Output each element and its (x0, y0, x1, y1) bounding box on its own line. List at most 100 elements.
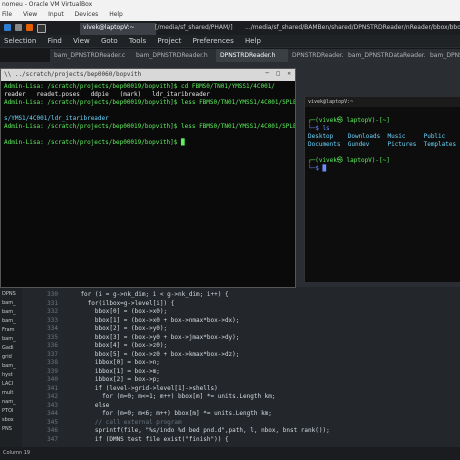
code-line: for (m=0; m<=1; m++) bbox[m] *= units.Le… (66, 393, 276, 400)
line-number: 344 (47, 410, 58, 417)
line-number: 338 (47, 359, 58, 366)
sidebar-file[interactable]: bam_ (0, 336, 22, 345)
task-terminal[interactable]: vivek@laptopV:~ (80, 23, 156, 35)
code-line: bbox[1] = (box->x0 + box->nmax*box->dx); (66, 316, 240, 324)
menu-project[interactable]: Project (157, 37, 181, 45)
terminal-title: \\ ../scratch/projects/bep0060/bopvith ─… (1, 69, 295, 81)
terminal-line: Admin-Lisa: /scratch/projects/bep00019/b… (4, 83, 275, 90)
sidebar-file[interactable]: sbox (0, 417, 22, 426)
code-line: ibbox[0] = box->n; (66, 359, 160, 366)
sidebar-file[interactable]: bam_ (0, 318, 22, 327)
terminal-title: vivek@laptopV:~ (305, 97, 460, 107)
line-number: 342 (47, 393, 58, 400)
sublime-menubar: Selection Find View Goto Tools Project P… (0, 35, 460, 47)
line-number-gutter: 330 331 332 333 334 335 336 337 338 339 … (22, 287, 62, 447)
code-line: bbox[4] = (box->z0); (66, 342, 168, 349)
sidebar-file[interactable]: Gadi (0, 345, 22, 354)
terminal-line: └─$ █ (308, 165, 327, 172)
vm-menu-devices[interactable]: Devices (75, 11, 99, 18)
line-number: 340 (47, 376, 58, 383)
terminal-window-left[interactable]: \\ ../scratch/projects/bep0060/bopvith ─… (0, 68, 296, 288)
menu-find[interactable]: Find (48, 37, 62, 45)
sidebar-file[interactable]: LACI (0, 381, 22, 390)
line-number: 343 (47, 401, 58, 409)
terminal-line: Admin-Lisa: /scratch/projects/bep00019/b… (4, 99, 295, 106)
code-line: ibbox[1] = box->m; (66, 367, 160, 375)
sidebar-file[interactable]: PNS (0, 426, 22, 435)
menu-preferences[interactable]: Preferences (193, 37, 234, 45)
status-bar: Column 19 (0, 447, 460, 460)
sublime-tab-bar: bam_DPNSTRDReader.c bam_DPNSTRDReader.h … (0, 48, 460, 62)
code-line: // call external program (66, 418, 182, 426)
code-line: for (m=0; m<6; m++) bbox[m] *= units.Len… (66, 410, 272, 417)
terminal-line: ┌─(vivek㉿ laptopV)-[~] (308, 117, 390, 124)
terminal-output[interactable]: Admin-Lisa: /scratch/projects/bep00019/b… (1, 81, 295, 287)
tab-dpnstrdreader-h[interactable]: DPNSTRDReader.h (216, 49, 295, 62)
code-editor[interactable]: for (i = g->nk_dim; i < g->nk_dim; i++) … (62, 287, 460, 447)
terminal-line: s/YMS1/4C001/ldr_itaribreader (4, 115, 109, 122)
sidebar-file[interactable]: grid (0, 354, 22, 363)
code-line: if (DMNS test file exist("finish")) { (66, 435, 229, 443)
menu-selection[interactable]: Selection (4, 37, 36, 45)
line-number: 337 (47, 350, 58, 358)
tab-bam-dpnstrdreader-c[interactable]: bam_DPNSTRDReader.c (50, 49, 139, 62)
terminal-line: └─$ ls (308, 125, 330, 132)
code-line: bbox[3] = (box->y0 + box->jmax*box->dy); (66, 333, 240, 341)
task-sublime[interactable]: .../media/sf_shared/BAMBen/shared/DPNSTR… (242, 23, 460, 35)
maximize-icon[interactable]: □ (276, 70, 280, 77)
files-icon[interactable] (15, 24, 22, 31)
firefox-icon[interactable] (26, 24, 33, 31)
line-number: 336 (47, 342, 58, 349)
code-line: sprintf(file, "%s/indo %d bed pnd.d",pat… (66, 427, 330, 434)
sidebar-file[interactable]: DPNS (0, 291, 22, 300)
sidebar-file[interactable]: bam_ (0, 300, 22, 309)
minimize-icon[interactable]: ─ (265, 70, 269, 77)
tab-bam-dpnstrdatareader-c[interactable]: bam_DPNSTRDataReader.c (344, 49, 433, 62)
vm-menu-help[interactable]: Help (109, 11, 123, 18)
kali-menu-icon[interactable] (4, 24, 11, 31)
line-number: 331 (47, 299, 58, 307)
code-line: for(ilbox=g->level[i]) { (66, 299, 175, 307)
menu-view[interactable]: View (73, 37, 90, 45)
terminal-output[interactable]: ┌─(vivek㉿ laptopV)-[~] └─$ ls Desktop Do… (305, 107, 460, 175)
vm-menu-input[interactable]: Input (48, 11, 64, 18)
tab-dpnstrdreader-c[interactable]: DPNSTRDReader.c (288, 49, 351, 62)
sidebar-file[interactable]: PTOl (0, 408, 22, 417)
task-file-manager[interactable]: [/media/sf_shared/PHAM/] (152, 23, 246, 35)
tab-bam-dpnstrdreader-h[interactable]: bam_DPNSTRDReader.h (132, 49, 223, 62)
terminal-line: Documents Gundev Pictures Templates (308, 141, 457, 148)
vm-menubar: File View Input Devices Help (0, 11, 460, 21)
menu-goto[interactable]: Goto (101, 37, 118, 45)
vm-window-title: nomeu - Oracle VM VirtualBox (0, 0, 460, 11)
line-number: 333 (47, 316, 58, 324)
close-icon[interactable]: ✕ (287, 70, 291, 77)
line-number: 339 (47, 367, 58, 375)
tab-bam-dpns[interactable]: bam_DPNS (426, 49, 460, 62)
line-number: 341 (47, 384, 58, 392)
menu-tools[interactable]: Tools (129, 37, 146, 45)
code-line: if (level->grid->level[1]->shells) (66, 384, 218, 392)
menu-help[interactable]: Help (245, 37, 261, 45)
vm-menu-file[interactable]: File (2, 11, 12, 18)
code-line: bbox[2] = (box->y0); (66, 325, 168, 332)
line-number: 330 (47, 291, 58, 298)
line-number: 346 (47, 427, 58, 434)
code-line: for (i = g->nk_dim; i < g->nk_dim; i++) … (66, 291, 229, 298)
sidebar-file[interactable]: mult (0, 390, 22, 399)
line-number: 335 (47, 333, 58, 341)
code-line: bbox[5] = (box->z0 + box->kmax*box->dz); (66, 350, 240, 358)
sidebar-file[interactable]: bam_ (0, 363, 22, 372)
terminal-icon[interactable] (37, 24, 46, 33)
line-number: 334 (47, 325, 58, 332)
guest-taskbar: vivek@laptopV:~ [/media/sf_shared/PHAM/]… (0, 21, 460, 35)
sidebar-file[interactable]: Fram (0, 327, 22, 336)
sidebar-file[interactable]: nam_ (0, 399, 22, 408)
vm-menu-view[interactable]: View (23, 11, 37, 18)
line-number: 347 (47, 435, 58, 443)
terminal-window-right[interactable]: vivek@laptopV:~ ┌─(vivek㉿ laptopV)-[~] └… (304, 97, 460, 282)
sidebar-file[interactable]: bam_ (0, 309, 22, 318)
sidebar-file[interactable]: hyst (0, 372, 22, 381)
